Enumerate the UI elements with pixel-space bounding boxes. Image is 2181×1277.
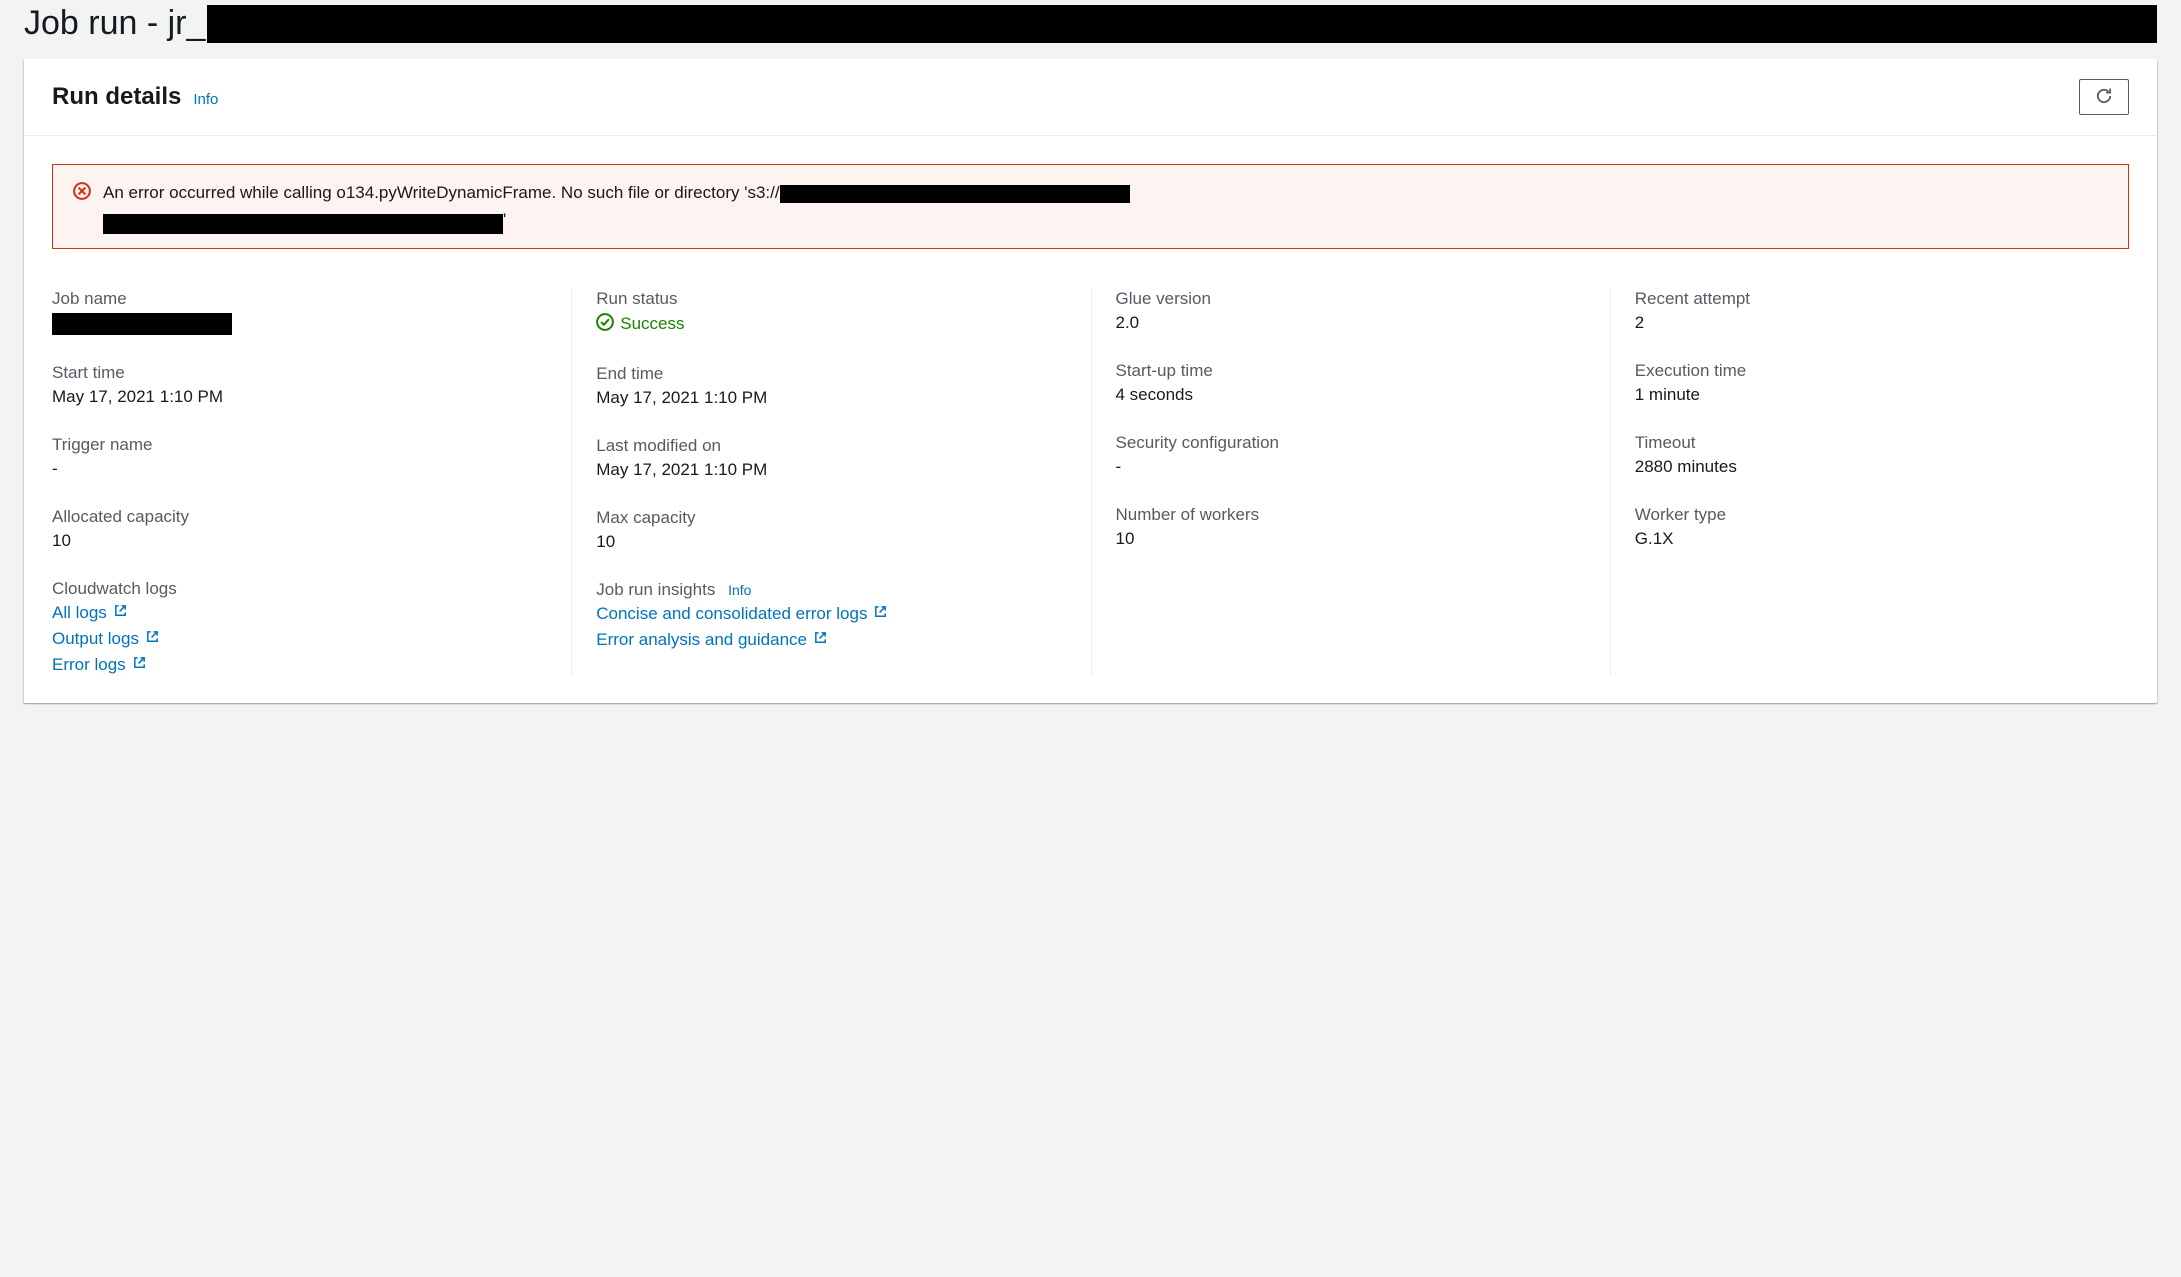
details-col-2: Run status Success End t — [571, 289, 1090, 675]
redacted-s3-path-2 — [103, 214, 503, 234]
error-text-part2: ' — [503, 210, 506, 229]
label-startup-time: Start-up time — [1116, 361, 1586, 381]
field-glue-version: Glue version 2.0 — [1116, 289, 1586, 333]
label-cloudwatch-logs: Cloudwatch logs — [52, 579, 547, 599]
value-execution-time: 1 minute — [1635, 385, 2105, 405]
panel-header: Run details Info — [24, 59, 2157, 136]
field-recent-attempt: Recent attempt 2 — [1635, 289, 2105, 333]
external-link-icon — [113, 603, 128, 623]
field-execution-time: Execution time 1 minute — [1635, 361, 2105, 405]
info-link[interactable]: Info — [193, 91, 218, 108]
value-security-config: - — [1116, 457, 1586, 477]
link-error-logs[interactable]: Error logs — [52, 655, 547, 675]
label-run-status: Run status — [596, 289, 1066, 309]
page-title: Job run - jr_ — [24, 4, 205, 43]
label-allocated-capacity: Allocated capacity — [52, 507, 547, 527]
redacted-s3-path-1 — [780, 185, 1130, 203]
refresh-icon — [2095, 87, 2113, 108]
details-col-1: Job name Start time May 17, 2021 1:10 PM… — [52, 289, 571, 675]
details-col-3: Glue version 2.0 Start-up time 4 seconds… — [1091, 289, 1610, 675]
value-timeout: 2880 minutes — [1635, 457, 2105, 477]
details-grid: Job name Start time May 17, 2021 1:10 PM… — [52, 289, 2129, 675]
value-end-time: May 17, 2021 1:10 PM — [596, 388, 1066, 408]
label-glue-version: Glue version — [1116, 289, 1586, 309]
field-cloudwatch-logs: Cloudwatch logs All logs Output logs — [52, 579, 547, 675]
field-timeout: Timeout 2880 minutes — [1635, 433, 2105, 477]
field-end-time: End time May 17, 2021 1:10 PM — [596, 364, 1066, 408]
label-error-analysis: Error analysis and guidance — [596, 630, 807, 650]
link-all-logs[interactable]: All logs — [52, 603, 547, 623]
field-trigger-name: Trigger name - — [52, 435, 547, 479]
label-recent-attempt: Recent attempt — [1635, 289, 2105, 309]
text-insights-label: Job run insights — [596, 580, 715, 599]
label-end-time: End time — [596, 364, 1066, 384]
value-number-of-workers: 10 — [1116, 529, 1586, 549]
field-max-capacity: Max capacity 10 — [596, 508, 1066, 552]
value-run-status: Success — [596, 313, 1066, 336]
field-job-name: Job name — [52, 289, 547, 335]
external-link-icon — [813, 630, 828, 650]
value-recent-attempt: 2 — [1635, 313, 2105, 333]
label-execution-time: Execution time — [1635, 361, 2105, 381]
error-icon — [73, 182, 91, 203]
external-link-icon — [145, 629, 160, 649]
link-error-analysis[interactable]: Error analysis and guidance — [596, 630, 1066, 650]
label-worker-type: Worker type — [1635, 505, 2105, 525]
label-error-logs: Error logs — [52, 655, 126, 675]
value-allocated-capacity: 10 — [52, 531, 547, 551]
panel-title: Run details — [52, 83, 181, 111]
label-security-config: Security configuration — [1116, 433, 1586, 453]
external-link-icon — [132, 655, 147, 675]
redacted-job-name — [52, 313, 232, 335]
field-startup-time: Start-up time 4 seconds — [1116, 361, 1586, 405]
label-all-logs: All logs — [52, 603, 107, 623]
label-max-capacity: Max capacity — [596, 508, 1066, 528]
label-timeout: Timeout — [1635, 433, 2105, 453]
error-alert: An error occurred while calling o134.pyW… — [52, 164, 2129, 249]
link-output-logs[interactable]: Output logs — [52, 629, 547, 649]
field-number-of-workers: Number of workers 10 — [1116, 505, 1586, 549]
error-text-part1: An error occurred while calling o134.pyW… — [103, 183, 780, 202]
field-last-modified: Last modified on May 17, 2021 1:10 PM — [596, 436, 1066, 480]
field-start-time: Start time May 17, 2021 1:10 PM — [52, 363, 547, 407]
field-allocated-capacity: Allocated capacity 10 — [52, 507, 547, 551]
details-col-4: Recent attempt 2 Execution time 1 minute… — [1610, 289, 2129, 675]
field-worker-type: Worker type G.1X — [1635, 505, 2105, 549]
label-trigger-name: Trigger name — [52, 435, 547, 455]
value-max-capacity: 10 — [596, 532, 1066, 552]
error-message: An error occurred while calling o134.pyW… — [103, 179, 1130, 234]
success-icon — [596, 313, 614, 336]
page-title-row: Job run - jr_ — [0, 0, 2181, 59]
value-last-modified: May 17, 2021 1:10 PM — [596, 460, 1066, 480]
redacted-job-run-id — [207, 5, 2157, 43]
field-security-config: Security configuration - — [1116, 433, 1586, 477]
value-startup-time: 4 seconds — [1116, 385, 1586, 405]
external-link-icon — [873, 604, 888, 624]
field-run-status: Run status Success — [596, 289, 1066, 336]
label-job-name: Job name — [52, 289, 547, 309]
text-run-status: Success — [620, 314, 684, 334]
refresh-button[interactable] — [2079, 79, 2129, 115]
value-worker-type: G.1X — [1635, 529, 2105, 549]
info-link-insights[interactable]: Info — [728, 582, 751, 598]
label-insights: Job run insights Info — [596, 580, 1066, 600]
label-output-logs: Output logs — [52, 629, 139, 649]
field-insights: Job run insights Info Concise and consol… — [596, 580, 1066, 650]
value-trigger-name: - — [52, 459, 547, 479]
label-start-time: Start time — [52, 363, 547, 383]
label-number-of-workers: Number of workers — [1116, 505, 1586, 525]
label-last-modified: Last modified on — [596, 436, 1066, 456]
value-glue-version: 2.0 — [1116, 313, 1586, 333]
value-start-time: May 17, 2021 1:10 PM — [52, 387, 547, 407]
link-concise-logs[interactable]: Concise and consolidated error logs — [596, 604, 1066, 624]
run-details-panel: Run details Info — [24, 59, 2157, 703]
label-concise-logs: Concise and consolidated error logs — [596, 604, 867, 624]
